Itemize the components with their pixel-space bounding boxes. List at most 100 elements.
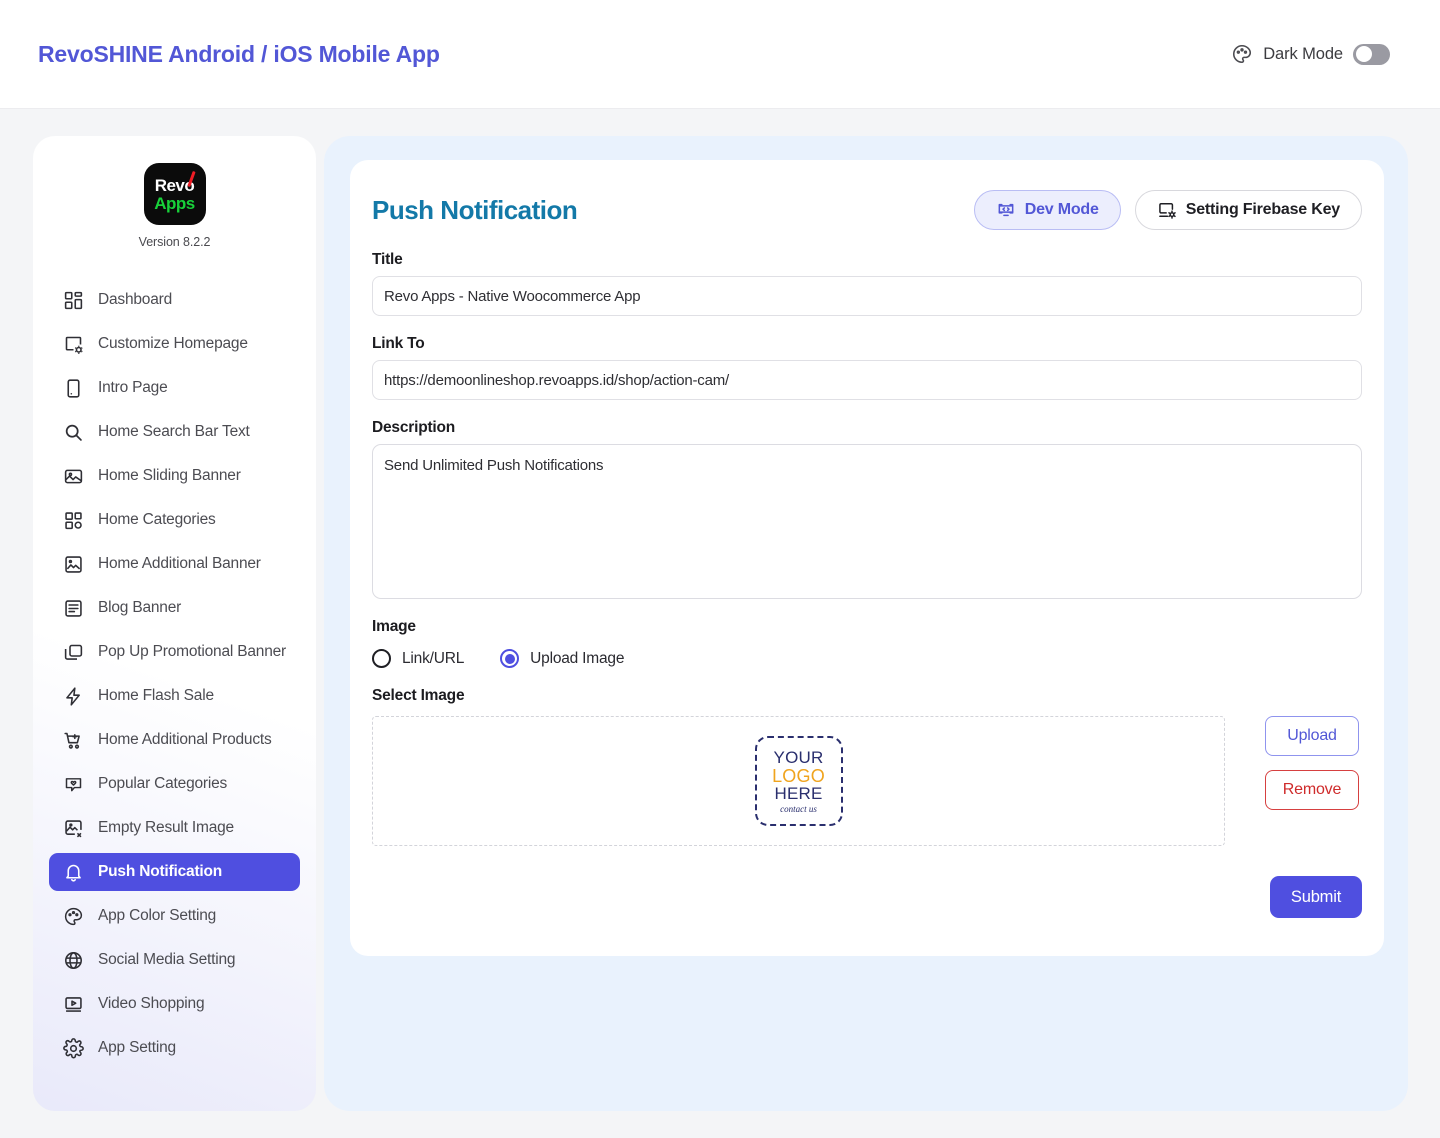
sidebar-item-home-additional-banner[interactable]: Home Additional Banner — [49, 545, 300, 583]
top-bar: RevoSHINE Android / iOS Mobile App Dark … — [0, 0, 1440, 109]
sidebar-item-pop-up-promotional-banner[interactable]: Pop Up Promotional Banner — [49, 633, 300, 671]
sidebar-item-dashboard[interactable]: Dashboard — [49, 281, 300, 319]
description-field-label: Description — [372, 419, 456, 436]
palette-icon — [63, 906, 84, 927]
sidebar-item-label: Customize Homepage — [98, 335, 248, 352]
revo-apps-logo: Revo Apps — [143, 163, 206, 225]
sidebar-item-intro-page[interactable]: Intro Page — [49, 369, 300, 407]
radio-upload-image[interactable]: Upload Image — [500, 649, 624, 668]
image-field-label: Image — [372, 618, 416, 635]
dark-mode-control[interactable]: Dark Mode — [1231, 43, 1390, 65]
sidebar: Revo Apps Version 8.2.2 Dashboard Custom… — [33, 136, 316, 1111]
globe-icon — [63, 950, 84, 971]
remove-button[interactable]: Remove — [1265, 770, 1359, 810]
screen-settings-icon — [1157, 200, 1177, 220]
cart-plus-icon — [63, 730, 84, 751]
submit-button[interactable]: Submit — [1270, 876, 1362, 918]
title-input[interactable]: Revo Apps - Native Woocommerce App — [372, 276, 1362, 316]
grid-icon — [63, 290, 84, 311]
dark-mode-label: Dark Mode — [1263, 44, 1343, 63]
setting-firebase-key-button[interactable]: Setting Firebase Key — [1134, 190, 1362, 230]
sidebar-item-app-setting[interactable]: App Setting — [49, 1029, 300, 1067]
description-textarea[interactable]: Send Unlimited Push Notifications — [372, 444, 1362, 599]
sidebar-item-empty-result-image[interactable]: Empty Result Image — [49, 809, 300, 847]
sidebar-item-label: Popular Categories — [98, 775, 228, 792]
dev-mode-button[interactable]: Dev Mode — [973, 190, 1121, 230]
bolt-icon — [63, 686, 84, 707]
palette-icon — [1231, 43, 1253, 65]
gallery-icon — [63, 466, 84, 487]
sidebar-item-label: Intro Page — [98, 379, 168, 396]
sidebar-item-label: Empty Result Image — [98, 819, 234, 836]
sidebar-item-label: Home Categories — [98, 511, 216, 528]
sidebar-item-customize-homepage[interactable]: Customize Homepage — [49, 325, 300, 363]
brand-block: Revo Apps Version 8.2.2 — [33, 136, 316, 249]
select-image-label: Select Image — [372, 687, 465, 704]
sidebar-item-label: Blog Banner — [98, 599, 182, 616]
search-icon — [63, 422, 84, 443]
main-panel: Push Notification Dev Mode Setting Fireb… — [324, 136, 1408, 1111]
sidebar-item-label: Home Flash Sale — [98, 687, 214, 704]
radio-dot — [500, 649, 520, 668]
placeholder-logo-image: YOUR LOGO HERE contact us — [754, 736, 843, 826]
placeholder-line-2: LOGO — [772, 765, 825, 786]
image-icon — [63, 554, 84, 575]
sidebar-item-label: Pop Up Promotional Banner — [98, 643, 287, 660]
card-header: Push Notification Dev Mode Setting Fireb… — [372, 188, 1362, 232]
grid-dots-icon — [63, 510, 84, 531]
sidebar-nav: Dashboard Customize Homepage Intro Page … — [33, 281, 316, 1067]
radio-link-url[interactable]: Link/URL — [372, 649, 464, 668]
dev-mode-label: Dev Mode — [1024, 201, 1099, 218]
sidebar-item-home-categories[interactable]: Home Categories — [49, 501, 300, 539]
placeholder-line-4: contact us — [780, 804, 817, 815]
sidebar-item-app-color-setting[interactable]: App Color Setting — [49, 897, 300, 935]
title-field-label: Title — [372, 251, 403, 268]
firebase-key-label: Setting Firebase Key — [1185, 201, 1340, 218]
dark-mode-toggle[interactable] — [1353, 43, 1390, 65]
sidebar-item-label: Home Sliding Banner — [98, 467, 241, 484]
mobile-icon — [63, 378, 84, 399]
sidebar-item-label: Push Notification — [98, 863, 223, 880]
gear-icon — [63, 1037, 84, 1059]
link-field-label: Link To — [372, 335, 425, 352]
image-dropzone[interactable]: YOUR LOGO HERE contact us — [372, 716, 1225, 846]
push-notification-card: Push Notification Dev Mode Setting Fireb… — [350, 160, 1384, 956]
upload-button[interactable]: Upload — [1265, 716, 1359, 756]
sidebar-item-label: Social Media Setting — [98, 951, 236, 968]
page-body: Revo Apps Version 8.2.2 Dashboard Custom… — [0, 109, 1440, 1138]
version-label: Version 8.2.2 — [138, 235, 211, 249]
sidebar-item-home-additional-products[interactable]: Home Additional Products — [49, 721, 300, 759]
sidebar-item-social-media-setting[interactable]: Social Media Setting — [49, 941, 300, 979]
layout-settings-icon — [63, 334, 84, 355]
sidebar-item-label: Dashboard — [98, 291, 173, 308]
sidebar-item-blog-banner[interactable]: Blog Banner — [49, 589, 300, 627]
placeholder-line-1: YOUR — [773, 748, 824, 768]
bell-icon — [63, 862, 84, 883]
toggle-knob — [1355, 46, 1372, 62]
sidebar-item-popular-categories[interactable]: Popular Categories — [49, 765, 300, 803]
video-icon — [63, 994, 84, 1015]
sidebar-item-label: Home Additional Products — [98, 731, 272, 748]
radio-label: Link/URL — [402, 649, 465, 667]
image-off-icon — [63, 818, 84, 839]
placeholder-line-3: HERE — [774, 784, 823, 804]
sidebar-item-label: App Color Setting — [98, 907, 217, 924]
header-actions: Dev Mode Setting Firebase Key — [973, 190, 1362, 230]
link-to-input[interactable]: https://demoonlineshop.revoapps.id/shop/… — [372, 360, 1362, 400]
article-icon — [63, 598, 84, 619]
image-action-buttons: Upload Remove — [1265, 716, 1359, 810]
sidebar-item-push-notification[interactable]: Push Notification — [49, 853, 300, 891]
card-title: Push Notification — [372, 194, 578, 225]
sidebar-item-home-flash-sale[interactable]: Home Flash Sale — [49, 677, 300, 715]
logo-text-bottom: Apps — [154, 193, 195, 213]
radio-dot — [372, 649, 391, 668]
page-title: RevoSHINE Android / iOS Mobile App — [38, 40, 440, 67]
submit-row: Submit — [372, 876, 1362, 918]
sidebar-item-home-sliding-banner[interactable]: Home Sliding Banner — [49, 457, 300, 495]
sidebar-item-home-search-bar-text[interactable]: Home Search Bar Text — [49, 413, 300, 451]
sidebar-item-label: Home Additional Banner — [98, 555, 261, 572]
sidebar-item-video-shopping[interactable]: Video Shopping — [49, 985, 300, 1023]
upload-row: YOUR LOGO HERE contact us Upload Remove — [372, 716, 1362, 846]
radio-label: Upload Image — [530, 649, 625, 667]
image-source-radio-group: Link/URL Upload Image — [372, 649, 1362, 668]
